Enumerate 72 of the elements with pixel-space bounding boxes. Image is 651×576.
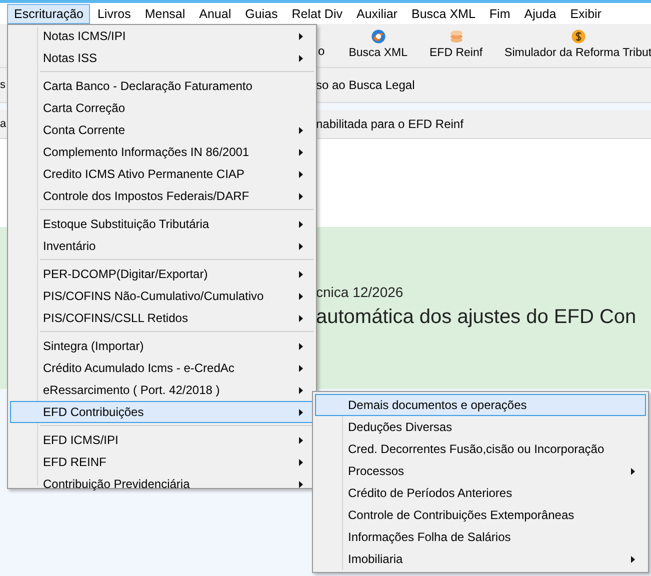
menu-item[interactable]: EFD Contribuições	[10, 401, 314, 423]
menu-item[interactable]: EFD ICMS/IPI	[10, 429, 314, 451]
menu-item[interactable]: Controle dos Impostos Federais/DARF	[10, 185, 314, 207]
submenu-arrow-icon	[299, 220, 303, 228]
menu-item[interactable]: eRessarcimento ( Port. 42/2018 )	[10, 379, 314, 401]
menu-bar-item[interactable]: Relat Div	[284, 4, 350, 24]
menu-item[interactable]: Crédito Acumulado Icms - e-CredAc	[10, 357, 314, 379]
menu-item[interactable]: Carta Banco - Declaração Faturamento	[10, 75, 314, 97]
menu-item[interactable]: Contribuição Previdenciária	[10, 473, 314, 495]
menu-bar-item[interactable]: Ajuda	[517, 4, 564, 24]
menu-item[interactable]: EFD REINF	[10, 451, 314, 473]
submenu-arrow-icon	[299, 242, 303, 250]
menu-bar-item[interactable]: Escrituração	[7, 4, 90, 24]
submenu-arrow-icon	[631, 556, 635, 562]
submenu-arrow-icon	[299, 408, 303, 416]
menu-item[interactable]: Crédito de Períodos Anteriores	[315, 482, 646, 504]
submenu-arrow-icon	[299, 458, 303, 466]
menu-item[interactable]: Conta Corrente	[10, 119, 314, 141]
submenu-arrow-icon	[299, 126, 303, 134]
menu-item[interactable]: Notas ISS	[10, 47, 314, 69]
submenu-arrow-icon	[631, 468, 635, 474]
menu-item[interactable]: PIS/COFINS/CSLL Retidos	[10, 307, 314, 329]
submenu-arrow-icon	[299, 148, 303, 156]
menu-item[interactable]: PER-DCOMP(Digitar/Exportar)	[10, 263, 314, 285]
submenu-arrow-icon	[299, 386, 303, 394]
toolbar-button[interactable]: Simulador da Reforma Tribut	[500, 25, 651, 67]
info-text: nabilitada para o EFD Reinf	[316, 117, 464, 131]
menu-bar-item[interactable]: Auxiliar	[349, 4, 404, 24]
info-text: so ao Busca Legal	[316, 78, 416, 92]
banner-headline: automática dos ajustes do EFD Con	[316, 306, 638, 329]
banner-subtitle: cnica 12/2026	[316, 284, 404, 300]
menu-bar-item[interactable]: Guias	[238, 4, 285, 24]
menu-item[interactable]: Processos	[315, 460, 646, 482]
menu-bar-item[interactable]: Mensal	[138, 4, 192, 24]
menu-bar-item[interactable]: Busca XML	[404, 4, 482, 24]
menu-item[interactable]: Informações Folha de Salários	[315, 526, 646, 548]
menu-item[interactable]: Estoque Substituição Tributária	[10, 213, 314, 235]
menu-item[interactable]: Cred. Decorrentes Fusão,cisão ou Incorporação	[315, 438, 646, 460]
menu-item[interactable]: Credito ICMS Ativo Permanente CIAP	[10, 163, 314, 185]
submenu-arrow-icon	[299, 342, 303, 350]
menu-item[interactable]: Carta Correção	[10, 97, 314, 119]
submenu-arrow-icon	[299, 364, 303, 372]
swirl-icon	[370, 28, 387, 45]
submenu-arrow-icon	[299, 32, 303, 40]
menu-bar-item[interactable]: Exibir	[563, 4, 608, 24]
menu-bar-item[interactable]: Fim	[482, 4, 518, 24]
submenu-arrow-icon	[299, 270, 303, 278]
menu-item[interactable]: Deduções Diversas	[315, 416, 646, 438]
menu-item[interactable]: Demais documentos e operações	[315, 394, 646, 416]
submenu-arrow-icon	[299, 54, 303, 62]
menu-item[interactable]: Controle de Contribuições Extemporâneas	[315, 504, 646, 526]
submenu-arrow-icon	[299, 192, 303, 200]
menu-item[interactable]: Inventário	[10, 235, 314, 257]
menu-bar-item[interactable]: Anual	[192, 4, 238, 24]
menu-item[interactable]: Notas ICMS/IPI	[10, 25, 314, 47]
toolbar-button[interactable]: Busca XML	[344, 25, 412, 67]
submenu-arrow-icon	[299, 170, 303, 178]
submenu-arrow-icon	[299, 314, 303, 322]
menu-item[interactable]: PIS/COFINS Não-Cumulativo/Cumulativo	[10, 285, 314, 307]
info-text: s	[0, 79, 6, 91]
submenu-arrow-icon	[299, 480, 303, 488]
toolbar-label: o	[318, 44, 325, 60]
submenu-arrow-icon	[299, 292, 303, 300]
dollar-coin-icon	[570, 28, 587, 45]
toolbar-button[interactable]: EFD Reinf	[426, 25, 487, 67]
coins-icon	[448, 28, 465, 45]
menu-item[interactable]: Sintegra (Importar)	[10, 335, 314, 357]
menu-item[interactable]: Complemento Informações IN 86/2001	[10, 141, 314, 163]
menu-bar-item[interactable]: Livros	[90, 4, 138, 24]
info-text: a	[0, 118, 6, 130]
submenu-arrow-icon	[299, 436, 303, 444]
menu-item[interactable]: Imobiliaria	[315, 548, 646, 570]
